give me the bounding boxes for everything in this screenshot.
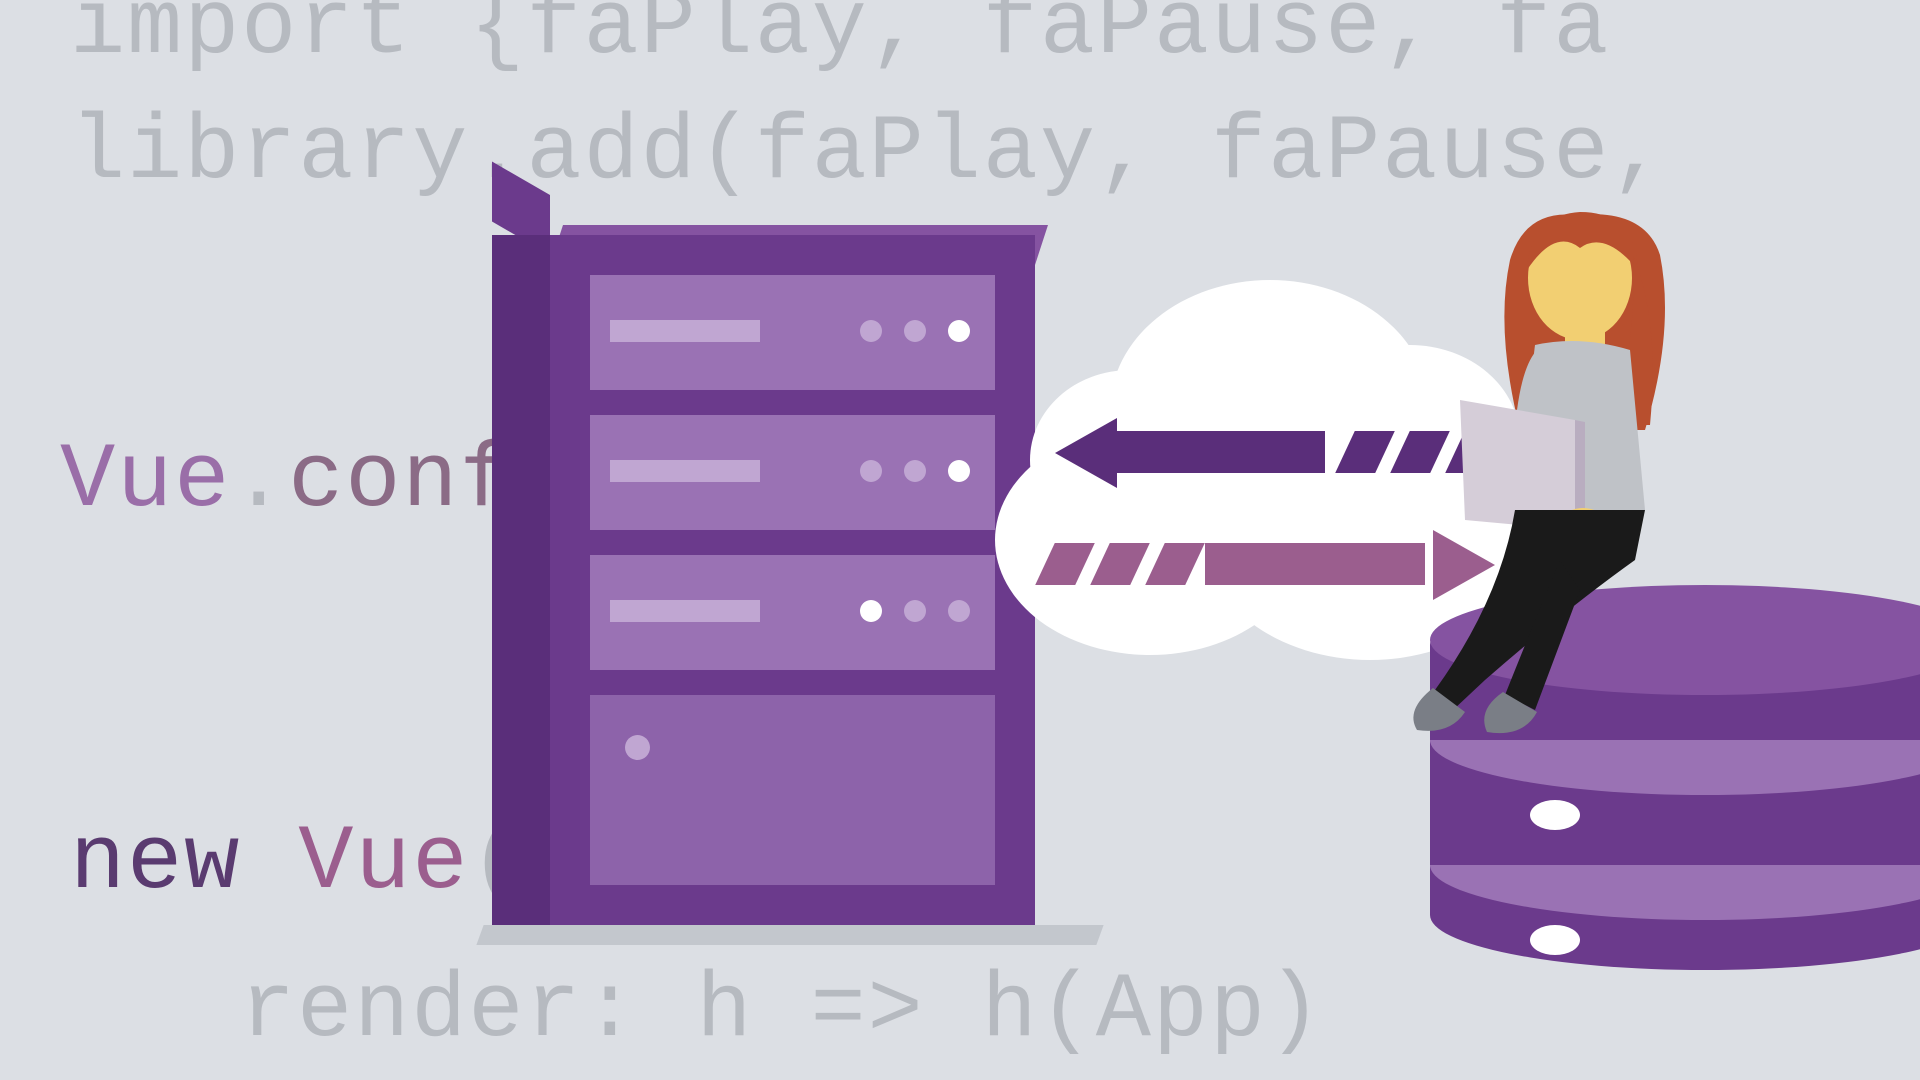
server-drive-bay bbox=[590, 275, 995, 390]
keyword-vue: Vue bbox=[298, 810, 469, 915]
server-drive-bay bbox=[590, 555, 995, 670]
server-bottom-bay bbox=[590, 695, 995, 885]
code-line-render: render: h => h(App) bbox=[240, 958, 1324, 1063]
server-drive-bay bbox=[590, 415, 995, 530]
keyword-conf: conf bbox=[288, 428, 516, 533]
person-with-laptop-illustration bbox=[1405, 200, 1755, 760]
keyword-new: new bbox=[70, 810, 298, 915]
punct-dot: . bbox=[231, 428, 288, 533]
code-line-vue-conf: Vue.conf bbox=[60, 428, 516, 533]
code-line-new-vue: new Vue( bbox=[70, 810, 526, 915]
code-line-library-add: library.add(faPlay, faPause, bbox=[70, 100, 1667, 205]
code-line-import: import {faPlay, faPause, fa bbox=[70, 0, 1610, 80]
keyword-vue: Vue bbox=[60, 428, 231, 533]
server-illustration bbox=[550, 225, 1035, 925]
